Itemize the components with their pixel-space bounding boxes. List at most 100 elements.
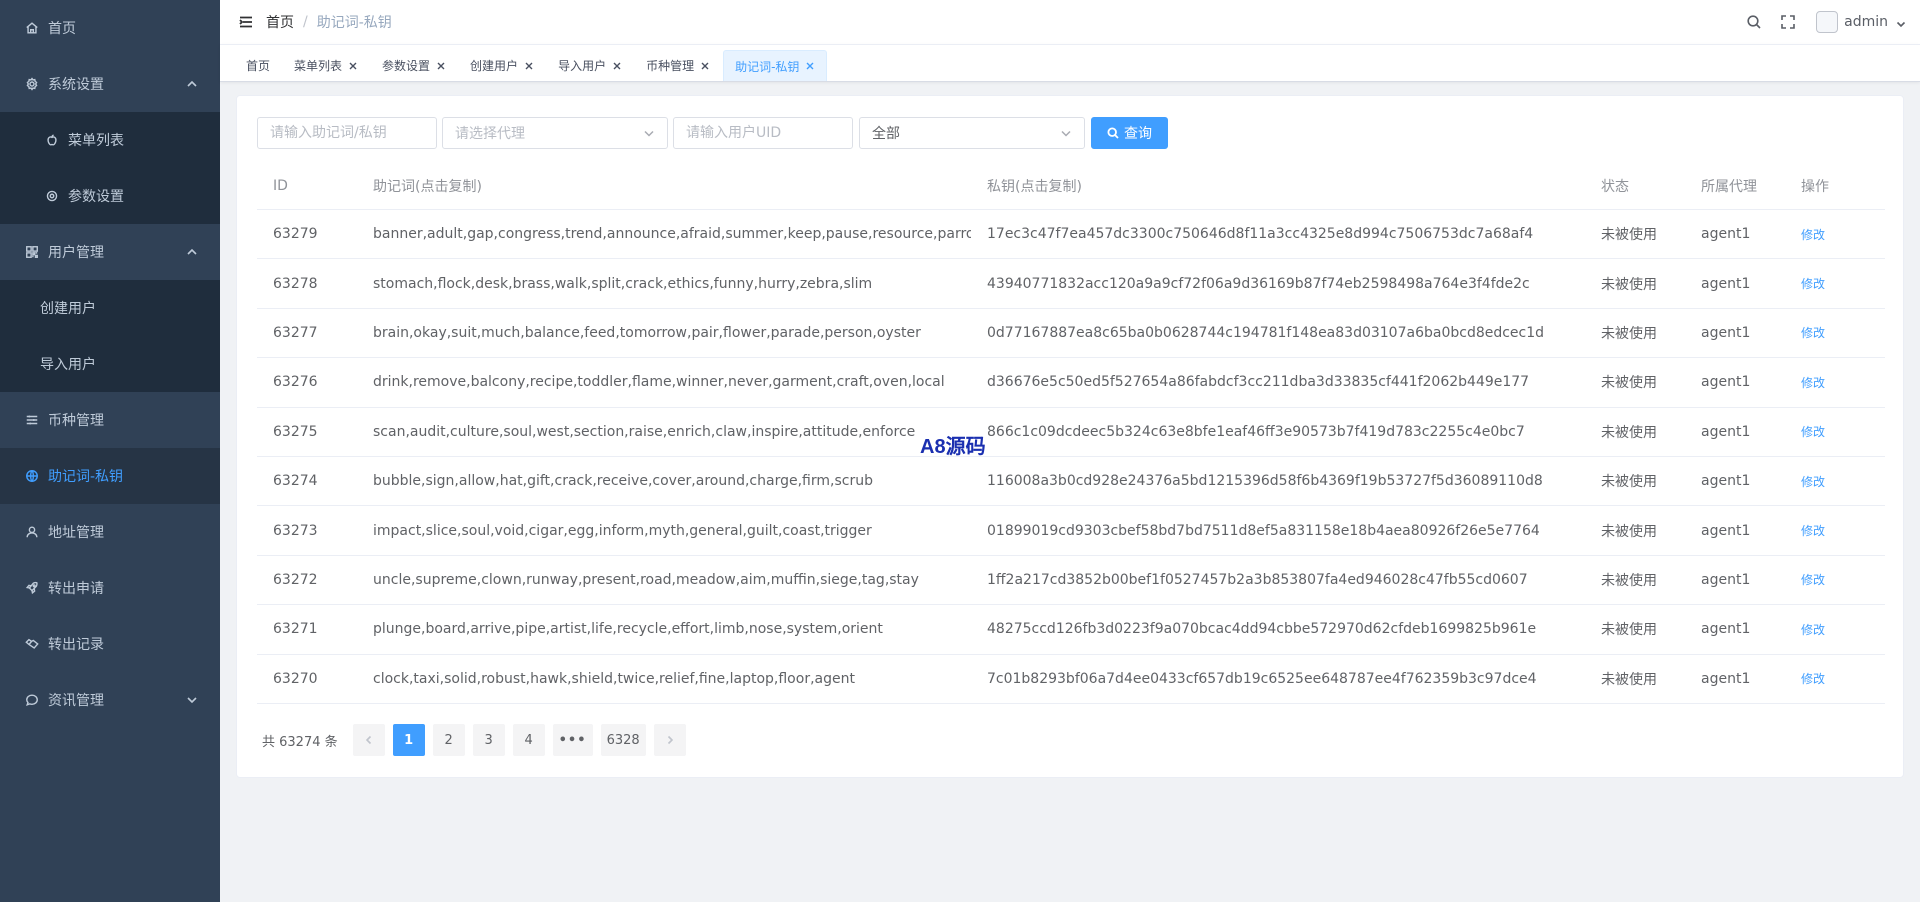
close-icon[interactable]	[612, 61, 622, 71]
close-icon[interactable]	[348, 61, 358, 71]
sidebar-item-label: 资讯管理	[48, 693, 104, 709]
status-select[interactable]: 全部	[859, 117, 1085, 149]
sidebar-item-import-user[interactable]: 导入用户	[0, 336, 220, 392]
cell-status: 未被使用	[1601, 276, 1657, 293]
sidebar-item-label: 助记词-私钥	[48, 469, 124, 485]
tab-currency-management[interactable]: 币种管理	[635, 50, 721, 81]
cell-private-key[interactable]: 43940771832acc120a9a9cf72f06a9d36169b87f…	[971, 276, 1585, 292]
cell-mnemonic[interactable]: drink,remove,balcony,recipe,toddler,flam…	[357, 374, 971, 390]
cell-mnemonic[interactable]: clock,taxi,solid,robust,hawk,shield,twic…	[357, 671, 971, 687]
sidebar-item-label: 用户管理	[48, 245, 104, 261]
hamburger-icon[interactable]	[234, 10, 258, 34]
cell-mnemonic[interactable]: banner,adult,gap,congress,trend,announce…	[357, 226, 971, 242]
cell-private-key[interactable]: 17ec3c47f7ea457dc3300c750646d8f11a3cc432…	[971, 226, 1585, 242]
pagination-total: 共 63274 条	[262, 734, 338, 750]
setting-icon	[44, 188, 60, 204]
fullscreen-icon[interactable]	[1778, 12, 1798, 32]
sidebar-item-label: 导入用户	[40, 357, 96, 373]
page-button-last[interactable]: 6328	[600, 724, 646, 756]
sidebar-item-currency-management[interactable]: 币种管理	[0, 392, 220, 448]
prev-page-button[interactable]	[352, 724, 385, 756]
cell-private-key[interactable]: 01899019cd9303cbef58bd7bd7511d8ef5a83115…	[971, 523, 1585, 539]
tab-mnemonic-key[interactable]: 助记词-私钥	[723, 50, 828, 81]
page-button-3[interactable]: 3	[472, 724, 505, 756]
cell-mnemonic[interactable]: uncle,supreme,clown,runway,present,road,…	[357, 572, 971, 588]
sidebar-item-param-settings[interactable]: 参数设置	[0, 168, 220, 224]
qrcode-icon	[24, 244, 40, 260]
edit-link[interactable]: 修改	[1801, 376, 1825, 390]
edit-link[interactable]: 修改	[1801, 623, 1825, 637]
edit-link[interactable]: 修改	[1801, 425, 1825, 439]
cell-mnemonic[interactable]: impact,slice,soul,void,cigar,egg,inform,…	[357, 523, 971, 539]
column-header-id: ID	[273, 178, 288, 194]
cell-private-key[interactable]: 7c01b8293bf06a7d4ee0433cf657db19c6525ee6…	[971, 671, 1585, 687]
breadcrumb-current: 助记词-私钥	[316, 15, 392, 31]
uid-search-input[interactable]	[673, 117, 853, 149]
sidebar-item-menu-list[interactable]: 菜单列表	[0, 112, 220, 168]
data-table: ID 助记词(点击复制) 私钥(点击复制) 状态 所属代理 操作 63279 b…	[257, 163, 1885, 704]
sidebar-item-address-management[interactable]: 地址管理	[0, 504, 220, 560]
breadcrumb-separator: /	[303, 14, 308, 30]
mnemonic-search-input[interactable]	[257, 117, 437, 149]
tab-create-user[interactable]: 创建用户	[459, 50, 545, 81]
watermark: A8源码	[920, 436, 986, 458]
cell-agent: agent1	[1701, 473, 1751, 490]
table-row: 63279 banner,adult,gap,congress,trend,an…	[257, 210, 1885, 260]
cell-mnemonic[interactable]: bubble,sign,allow,hat,gift,crack,receive…	[357, 473, 971, 489]
avatar[interactable]	[1816, 11, 1839, 33]
cell-id: 63274	[273, 473, 318, 490]
page-button-2[interactable]: 2	[432, 724, 465, 756]
user-icon	[24, 524, 40, 540]
cell-private-key[interactable]: 1ff2a217cd3852b00bef1f0527457b2a3b853807…	[971, 572, 1585, 588]
query-button[interactable]: 查询	[1091, 117, 1168, 149]
cell-private-key[interactable]: 116008a3b0cd928e24376a5bd1215396d58f6b43…	[971, 473, 1585, 489]
tab-menu-list[interactable]: 菜单列表	[283, 50, 369, 81]
sidebar-item-transfer-record[interactable]: 转出记录	[0, 616, 220, 672]
agent-select[interactable]: 请选择代理	[442, 117, 668, 149]
edit-link[interactable]: 修改	[1801, 524, 1825, 538]
sidebar-item-home[interactable]: 首页	[0, 0, 220, 56]
chat-icon	[24, 692, 40, 708]
next-page-button[interactable]	[653, 724, 686, 756]
breadcrumb-home[interactable]: 首页	[266, 12, 294, 32]
cell-mnemonic[interactable]: plunge,board,arrive,pipe,artist,life,rec…	[357, 621, 971, 637]
sidebar-item-system-settings[interactable]: 系统设置	[0, 56, 220, 112]
sidebar-item-create-user[interactable]: 创建用户	[0, 280, 220, 336]
cell-mnemonic[interactable]: scan,audit,culture,soul,west,section,rai…	[357, 424, 971, 440]
chevron-down-icon[interactable]	[1896, 17, 1906, 28]
cell-private-key[interactable]: 866c1c09dcdeec5b324c63e8bfe1eaf46ff3e905…	[971, 424, 1585, 440]
edit-link[interactable]: 修改	[1801, 228, 1825, 242]
search-icon[interactable]	[1744, 12, 1764, 32]
edit-link[interactable]: 修改	[1801, 475, 1825, 489]
edit-link[interactable]: 修改	[1801, 326, 1825, 340]
cell-private-key[interactable]: 48275ccd126fb3d0223f9a070bcac4dd94cbbe57…	[971, 621, 1585, 637]
edit-link[interactable]: 修改	[1801, 573, 1825, 587]
page-button-4[interactable]: 4	[512, 724, 545, 756]
pagination: 共 63274 条 1 2 3 4 ••• 6328	[262, 724, 694, 756]
more-pages-button[interactable]: •••	[552, 724, 593, 756]
tab-import-user[interactable]: 导入用户	[547, 50, 633, 81]
cell-mnemonic[interactable]: stomach,flock,desk,brass,walk,split,crac…	[357, 276, 971, 292]
username[interactable]: admin	[1844, 14, 1888, 30]
tab-label: 导入用户	[558, 59, 607, 73]
sidebar-item-user-management[interactable]: 用户管理	[0, 224, 220, 280]
edit-link[interactable]: 修改	[1801, 277, 1825, 291]
cell-private-key[interactable]: d36676e5c50ed5f527654a86fabdcf3cc211dba3…	[971, 374, 1585, 390]
sidebar-item-news-management[interactable]: 资讯管理	[0, 672, 220, 728]
close-icon[interactable]	[436, 61, 446, 71]
sidebar-item-label: 菜单列表	[68, 133, 124, 149]
page-button-1[interactable]: 1	[392, 724, 425, 756]
close-icon[interactable]	[805, 61, 815, 71]
tab-home[interactable]: 首页	[235, 50, 281, 81]
cell-status: 未被使用	[1601, 474, 1657, 491]
sidebar-item-transfer-request[interactable]: 转出申请	[0, 560, 220, 616]
edit-link[interactable]: 修改	[1801, 672, 1825, 686]
close-icon[interactable]	[524, 61, 534, 71]
close-icon[interactable]	[700, 61, 710, 71]
sidebar-item-mnemonic-key[interactable]: 助记词-私钥	[0, 448, 220, 504]
cell-mnemonic[interactable]: brain,okay,suit,much,balance,feed,tomorr…	[357, 325, 971, 341]
user-management-submenu: 创建用户 导入用户	[0, 280, 220, 392]
chevron-right-icon	[667, 735, 673, 745]
tab-param-settings[interactable]: 参数设置	[371, 50, 457, 81]
cell-private-key[interactable]: 0d77167887ea8c65ba0b0628744c194781f148ea…	[971, 325, 1585, 341]
